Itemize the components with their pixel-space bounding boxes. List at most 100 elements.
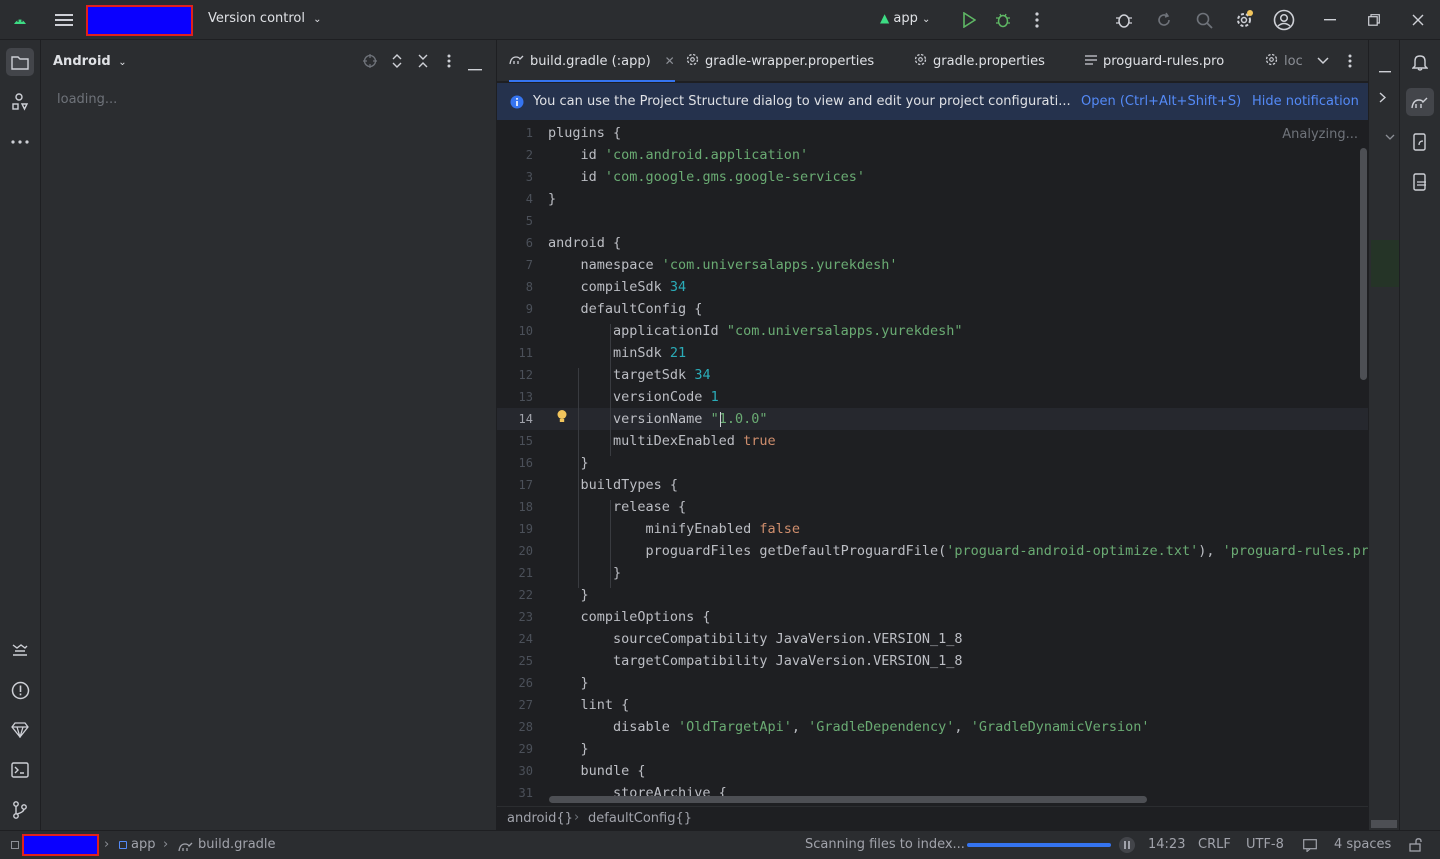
code-line-28: disable 'OldTargetApi', 'GradleDependenc… [548,719,1150,735]
tab-options-icon[interactable] [1348,54,1352,72]
vertical-scrollbar[interactable] [1360,148,1367,380]
chevron-right-icon[interactable] [1379,92,1387,107]
debug-icon[interactable] [991,8,1015,32]
open-project-structure-link[interactable]: Open (Ctrl+Alt+Shift+S) [1081,94,1241,109]
search-icon[interactable] [1192,8,1216,32]
build-variants-icon[interactable] [6,716,34,744]
line-number: 30 [518,764,533,778]
tab-label: gradle-wrapper.properties [705,53,875,69]
indent-setting[interactable]: 4 spaces [1334,837,1391,852]
code-line-20: proguardFiles getDefaultProguardFile('pr… [548,543,1368,559]
code-line-19: minifyEnabled false [548,521,800,537]
line-number: 4 [525,192,533,206]
tab-gradle-wrapper-properties[interactable]: gradle-wrapper.properties [686,40,874,82]
line-separator[interactable]: CRLF [1198,837,1231,852]
line-number: 7 [525,258,533,272]
code-line-18: release { [548,499,687,515]
hide-icon[interactable] [1379,62,1391,77]
tab-proguard-rules[interactable]: proguard-rules.pro [1085,40,1224,82]
scroll-thumb[interactable] [1371,820,1397,828]
editor-right-gutter [1368,40,1399,830]
run-icon[interactable] [957,8,981,32]
tab-label: loc [1284,53,1303,69]
android-app-icon: ▲ [880,11,890,25]
restore-icon[interactable] [1362,8,1386,32]
caret-position[interactable]: 14:23 [1148,837,1185,852]
close-icon[interactable] [1406,8,1430,32]
line-number: 14 [518,412,533,426]
resource-manager-icon[interactable] [6,636,34,664]
more-icon[interactable] [6,128,34,156]
settings-gear-icon[interactable] [1232,8,1256,32]
change-marker [1371,240,1399,287]
terminal-icon[interactable] [6,756,34,784]
version-control-menu[interactable]: Version control ⌄ [208,11,322,26]
status-file[interactable]: build.gradle [198,837,276,852]
app-inspection-icon[interactable] [1112,8,1136,32]
status-module[interactable]: app [131,837,155,852]
line-number: 28 [518,720,533,734]
line-number: 8 [525,280,533,294]
line-number: 17 [518,478,533,492]
redacted-project-name[interactable] [86,5,193,36]
line-number: 5 [525,214,533,228]
line-number: 15 [518,434,533,448]
line-number: 24 [518,632,533,646]
run-configuration-selector[interactable]: ▲ app ⌄ [880,11,930,26]
gradle-tool-icon[interactable] [1406,88,1434,116]
tab-close-icon[interactable]: ✕ [665,54,675,68]
code-line-12: targetSdk 34 [548,367,711,383]
account-icon[interactable] [1272,8,1296,32]
hide-panel-icon[interactable] [468,60,482,75]
tab-local-properties[interactable]: loc [1265,40,1321,82]
intention-bulb-icon[interactable] [556,409,568,428]
memory-indicator-icon[interactable] [1303,839,1317,856]
minimize-icon[interactable] [1318,8,1342,32]
sync-icon[interactable] [1152,8,1176,32]
analyzing-status: Analyzing... [1282,127,1358,142]
status-bar: › app › build.gradle Scanning files to i… [0,830,1440,859]
file-encoding[interactable]: UTF-8 [1246,837,1284,852]
code-line-30: bundle { [548,763,646,779]
right-tool-strip [1399,40,1440,830]
code-line-8: compileSdk 34 [548,279,687,295]
tab-list-chevron-icon[interactable] [1317,54,1329,69]
hide-notification-link[interactable]: Hide notification [1252,94,1359,109]
horizontal-scrollbar[interactable] [549,796,1147,803]
indexing-status[interactable]: Scanning files to index... [805,837,965,852]
expand-all-icon[interactable] [391,54,403,72]
line-number: 22 [518,588,533,602]
line-number: 6 [525,236,533,250]
lock-icon[interactable] [1409,838,1423,856]
breadcrumb-android[interactable]: android{} [507,811,573,826]
pause-icon[interactable] [1119,837,1135,853]
tab-gradle-properties[interactable]: gradle.properties [914,40,1045,82]
android-logo-icon[interactable] [8,8,32,32]
git-icon[interactable] [6,796,34,824]
properties-gear-icon [914,53,927,70]
structure-icon[interactable] [6,88,34,116]
chevron-down-icon[interactable] [1385,130,1395,145]
project-view-selector[interactable]: Android ⌄ [53,54,127,69]
code-line-23: compileOptions { [548,609,711,625]
device-manager-icon[interactable] [1406,128,1434,156]
notification-text: You can use the Project Structure dialog… [533,94,1071,109]
breadcrumb-defaultconfig[interactable]: defaultConfig{} [588,811,692,826]
collapse-all-icon[interactable] [417,54,429,72]
main-menu-icon[interactable] [52,8,76,32]
options-icon[interactable] [447,54,451,72]
problems-icon[interactable] [6,676,34,704]
code-line-21: } [548,565,622,581]
more-actions-icon[interactable] [1025,8,1049,32]
redacted-project-crumb[interactable] [22,834,99,856]
tab-build-gradle-app[interactable]: build.gradle (:app) ✕ [509,40,675,82]
notifications-bell-icon[interactable] [1406,48,1434,76]
project-square-icon [11,841,19,849]
chevron-down-icon: ⌄ [118,57,127,68]
code-line-11: minSdk 21 [548,345,687,361]
device-explorer-icon[interactable] [1406,168,1434,196]
locate-target-icon[interactable] [363,54,377,72]
run-config-label: app [893,11,918,26]
code-editor[interactable]: 1 2 3 4 5 6 7 8 9 10 11 12 13 14 15 16 17 18 19 20 21 22 23 24 2… [497,122,1368,806]
project-icon[interactable] [6,48,34,76]
